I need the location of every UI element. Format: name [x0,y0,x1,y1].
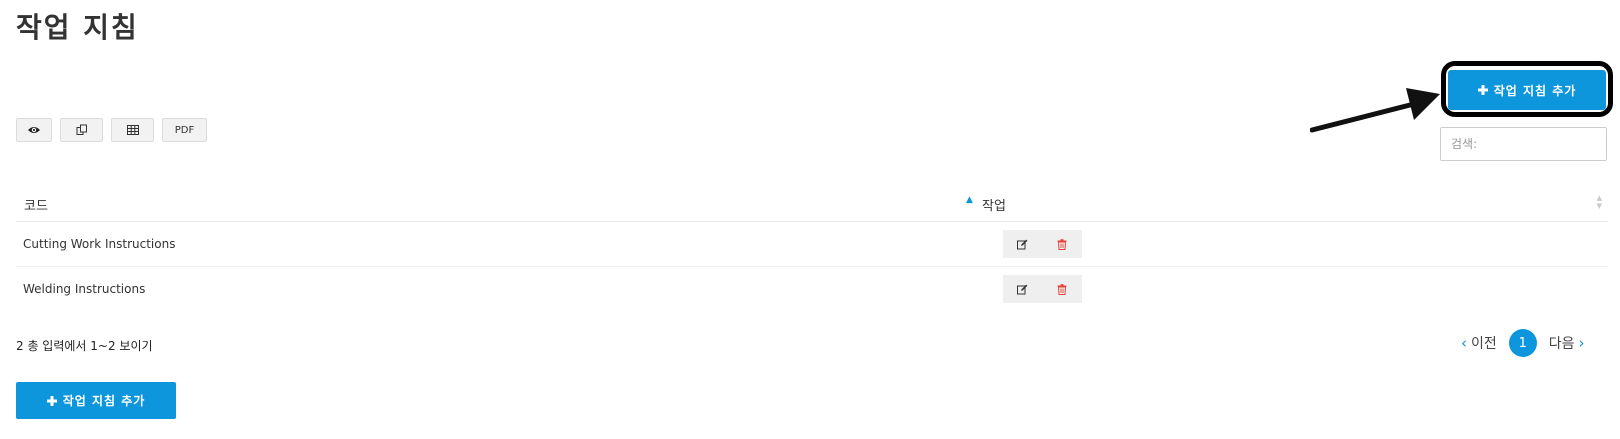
work-instructions-table: 코드 ▲ 작업 ▲ ▼ Cutting Work Instructions We… [16,186,1608,312]
edit-button[interactable] [1003,230,1042,258]
trash-icon [1057,283,1066,295]
trash-icon [1057,238,1066,250]
table-header: 코드 ▲ 작업 ▲ ▼ [16,186,1608,222]
search-input[interactable] [1440,127,1607,161]
plus-icon [46,395,57,406]
cell-code: Welding Instructions [23,282,146,296]
pagination-current-page[interactable]: 1 [1508,329,1537,357]
plus-icon [1477,85,1488,95]
eye-icon [28,127,40,133]
chevron-left-icon: ‹ [1461,334,1467,352]
row-actions [1003,230,1082,258]
row-actions [1003,275,1082,303]
delete-button[interactable] [1042,275,1081,303]
add-work-instruction-button-bottom[interactable]: 작업 지침 추가 [16,382,176,419]
page-title: 작업 지침 [16,11,139,44]
pdf-button[interactable]: PDF [162,118,207,142]
edit-icon [1017,284,1028,294]
table-row: Welding Instructions [16,267,1608,312]
add-work-instruction-button[interactable]: 작업 지침 추가 [1448,70,1606,110]
add-button-label: 작업 지침 추가 [62,394,146,408]
delete-button[interactable] [1042,230,1081,258]
pagination-previous-label: 이전 [1471,336,1497,352]
pagination-previous[interactable]: ‹ 이전 [1461,333,1497,353]
pagination: ‹ 이전 1 다음 › [1461,329,1585,357]
arrow-pointer-icon [1310,88,1440,133]
table-icon [126,125,139,135]
view-button[interactable] [16,118,52,142]
edit-button[interactable] [1003,275,1042,303]
add-button-label: 작업 지침 추가 [1493,83,1577,98]
sort-ascending-icon: ▲ [966,195,973,205]
pagination-next-label: 다음 [1548,336,1575,352]
column-header-action[interactable]: 작업 [982,195,1006,214]
copy-icon [76,124,87,135]
chevron-right-icon: › [1578,334,1585,352]
pagination-next[interactable]: 다음 › [1549,333,1585,353]
cell-code: Cutting Work Instructions [23,237,176,251]
edit-icon [1017,239,1028,249]
table-info: 2 총 입력에서 1~2 보이기 [16,339,153,353]
excel-button[interactable] [111,118,154,142]
export-toolbar: PDF [16,118,207,142]
column-header-code[interactable]: 코드 [24,195,48,214]
copy-button[interactable] [60,118,103,142]
table-row: Cutting Work Instructions [16,222,1608,267]
sort-both-icon: ▲ ▼ [1596,194,1602,210]
